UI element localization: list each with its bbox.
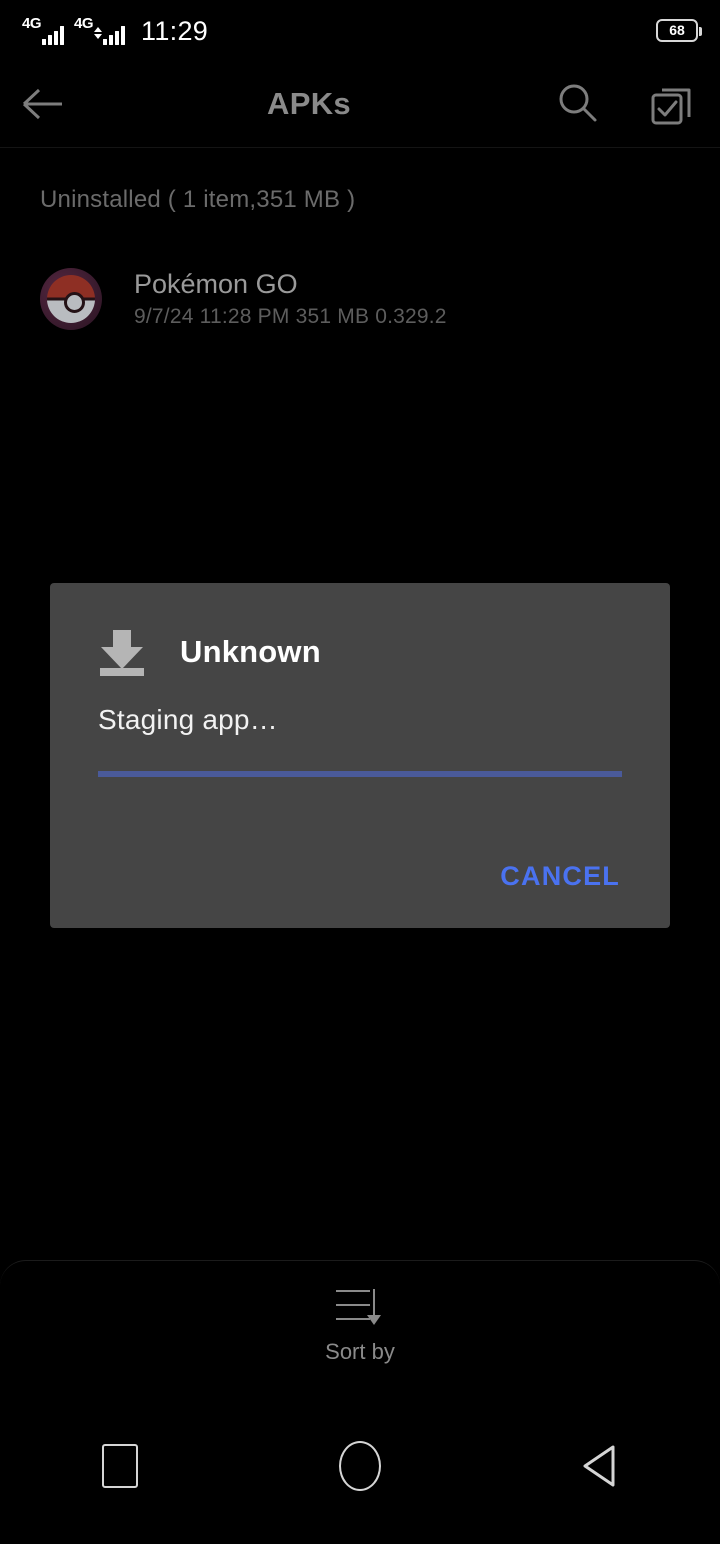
square-recents-icon[interactable] bbox=[60, 1406, 180, 1526]
bottom-toolbar: Sort by bbox=[0, 1260, 720, 1388]
dialog-header: Unknown bbox=[50, 583, 670, 676]
sort-by-label: Sort by bbox=[325, 1338, 395, 1364]
download-icon bbox=[98, 628, 146, 676]
triangle-back-icon[interactable] bbox=[540, 1406, 660, 1526]
sort-descending-icon bbox=[335, 1285, 384, 1329]
phone-screen: 4G 4G 11:29 68 APKs Uninstalled (1 item… bbox=[0, 0, 720, 1544]
progress-bar-fill bbox=[98, 771, 622, 777]
progress-dialog: Unknown Staging app… CANCEL bbox=[50, 583, 670, 928]
sort-by-button[interactable]: Sort by bbox=[325, 1285, 395, 1365]
circle-home-icon[interactable] bbox=[300, 1406, 420, 1526]
dialog-title: Unknown bbox=[180, 634, 321, 669]
progress-bar bbox=[98, 771, 622, 777]
dialog-actions: CANCEL bbox=[50, 855, 670, 928]
cancel-button[interactable]: CANCEL bbox=[498, 855, 622, 898]
android-nav-bar bbox=[0, 1388, 720, 1544]
dialog-message: Staging app… bbox=[98, 704, 278, 735]
